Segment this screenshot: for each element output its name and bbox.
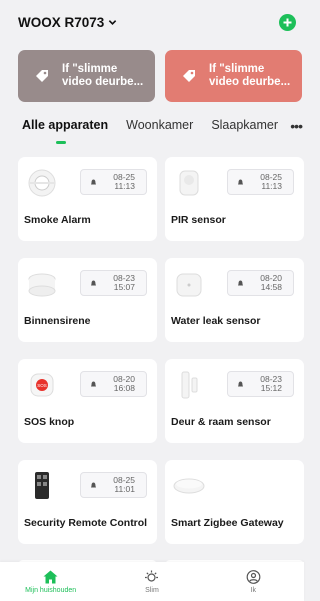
home-name: WOOX R7073	[18, 14, 105, 30]
nav-smart[interactable]: Slim	[112, 570, 192, 594]
home-selector[interactable]: WOOX R7073	[18, 15, 117, 30]
tag-icon	[183, 70, 195, 82]
bell-icon	[238, 381, 243, 386]
scene-card[interactable]: If "slimme video deurbe...	[165, 50, 302, 102]
scene-card[interactable]: If "slimme video deurbe...	[18, 50, 155, 102]
device-name: Binnensirene	[24, 315, 91, 327]
scene-label: If "slimme video deurbe...	[209, 63, 291, 88]
device-name: Security Remote Control	[24, 517, 148, 529]
profile-icon	[246, 570, 261, 584]
add-device-button[interactable]	[279, 13, 296, 31]
more-tabs-icon[interactable]: •••	[290, 118, 303, 134]
last-activity-badge: 08-25 11:01	[80, 472, 147, 498]
scene-label: If "slimme video deurbe...	[62, 63, 144, 88]
last-activity-badge: 08-23 15:07	[80, 270, 147, 296]
device-name: Smoke Alarm	[24, 214, 91, 226]
smoke-alarm-icon	[24, 165, 60, 201]
siren-icon	[24, 266, 60, 302]
pir-sensor-icon	[171, 165, 207, 201]
device-card[interactable]: 08-23 15:07 Binnensirene	[18, 258, 157, 342]
smart-icon	[145, 570, 159, 582]
bell-icon	[238, 280, 243, 285]
room-tabs: Alle apparaten Woonkamer Slaapkamer •••	[0, 118, 304, 152]
tag-icon	[36, 70, 48, 82]
plus-icon	[283, 18, 292, 26]
bell-icon	[91, 179, 96, 184]
nav-label: Mijn huishouden	[25, 587, 77, 594]
last-activity-badge: 08-25 11:13	[227, 169, 294, 195]
remote-control-icon	[24, 468, 60, 504]
bell-icon	[238, 179, 243, 184]
sos-button-icon: SOS	[24, 367, 60, 403]
svg-text:SOS: SOS	[37, 383, 47, 388]
tab-all-devices[interactable]: Alle apparaten	[22, 118, 108, 144]
device-name: SOS knop	[24, 416, 75, 428]
header: WOOX R7073	[0, 0, 304, 44]
nav-label: Slim	[145, 587, 159, 594]
gateway-icon	[171, 468, 207, 504]
scene-shortcuts: If "slimme video deurbe... If "slimme vi…	[18, 50, 304, 102]
bell-icon	[91, 280, 96, 285]
device-name: Water leak sensor	[171, 315, 261, 327]
home-icon	[43, 570, 58, 584]
door-sensor-icon	[171, 367, 207, 403]
chevron-down-icon	[109, 19, 117, 25]
water-leak-icon	[171, 266, 207, 302]
bell-icon	[91, 381, 96, 386]
tab-slaapkamer[interactable]: Slaapkamer	[211, 118, 278, 132]
last-activity-badge: 08-25 11:13	[80, 169, 147, 195]
nav-label: Ik	[250, 587, 257, 594]
last-activity-badge: 08-20 16:08	[80, 371, 147, 397]
last-activity-badge: 08-20 14:58	[227, 270, 294, 296]
device-name: PIR sensor	[171, 214, 226, 226]
device-card[interactable]: Smart Zigbee Gateway	[165, 460, 304, 544]
device-card[interactable]: 08-25 11:13 Smoke Alarm	[18, 157, 157, 241]
nav-profile[interactable]: Ik	[213, 570, 293, 594]
device-card[interactable]: 08-20 14:58 Water leak sensor	[165, 258, 304, 342]
device-card[interactable]: SOS 08-20 16:08 SOS knop	[18, 359, 157, 443]
nav-home[interactable]: Mijn huishouden	[11, 570, 91, 594]
bottom-navigation: Mijn huishouden Slim Ik	[0, 562, 304, 601]
last-activity-badge: 08-23 15:12	[227, 371, 294, 397]
device-card[interactable]: 08-25 11:13 PIR sensor	[165, 157, 304, 241]
device-name: Deur & raam sensor	[171, 416, 271, 428]
tab-woonkamer[interactable]: Woonkamer	[126, 118, 193, 132]
device-name: Smart Zigbee Gateway	[171, 517, 284, 529]
device-card[interactable]: 08-25 11:01 Security Remote Control	[18, 460, 157, 544]
bell-icon	[91, 482, 96, 487]
device-card[interactable]: 08-23 15:12 Deur & raam sensor	[165, 359, 304, 443]
